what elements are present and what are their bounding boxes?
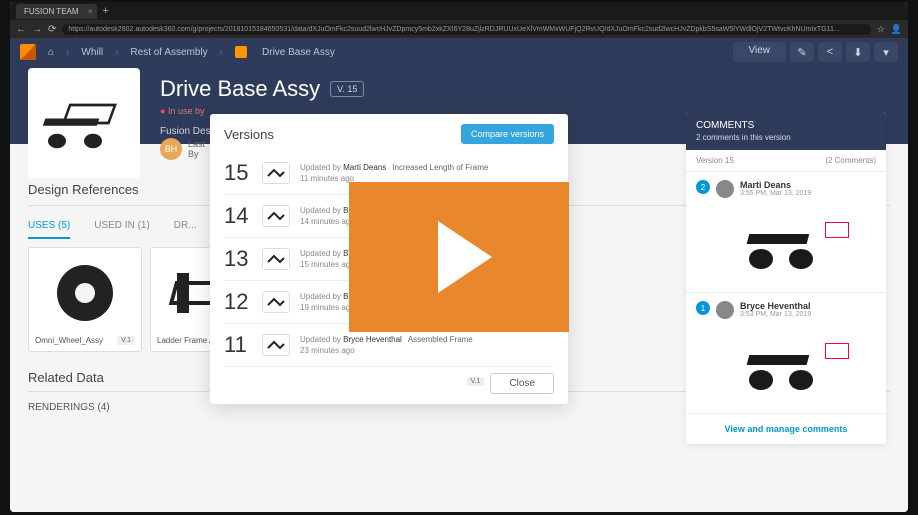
url-input[interactable]: https://autodesk2802.autodesk360.com/g/p… (62, 24, 870, 35)
tab-used-in[interactable]: USED IN (1) (94, 214, 150, 239)
download-icon[interactable]: ⬇ (846, 42, 870, 62)
breadcrumb-rest[interactable]: Rest of Assembly (130, 47, 207, 58)
in-use-label: In use by (168, 106, 205, 116)
new-tab-button[interactable]: + (103, 5, 109, 17)
forward-icon[interactable]: → (32, 24, 42, 35)
assembly-icon (235, 46, 247, 58)
browser-tab-bar: FUSION TEAM × + (10, 2, 908, 20)
comment-thumbnail (721, 325, 851, 405)
fusion-logo-icon[interactable] (20, 44, 36, 60)
back-icon[interactable]: ← (16, 24, 26, 35)
browser-tab[interactable]: FUSION TEAM × (16, 4, 97, 19)
comment-item[interactable]: 1Bryce Heventhal3:53 PM, Mar 13, 2019 (686, 293, 886, 414)
breadcrumb-current: Drive Base Assy (262, 47, 335, 58)
comments-title: COMMENTS (696, 120, 876, 131)
view-button[interactable]: View (733, 42, 787, 62)
avatar (716, 301, 734, 319)
home-icon[interactable]: ⌂ (48, 47, 54, 58)
reload-icon[interactable]: ⟳ (48, 24, 56, 35)
share-icon[interactable]: < (818, 42, 842, 62)
more-icon[interactable]: ▾ (874, 42, 898, 62)
view-all-comments-link[interactable]: View and manage comments (686, 414, 886, 444)
avatar: BH (160, 138, 182, 160)
avatar (716, 180, 734, 198)
versions-title: Versions (224, 127, 274, 142)
breadcrumb-whill[interactable]: Whill (81, 47, 103, 58)
compare-versions-button[interactable]: Compare versions (461, 124, 554, 144)
comment-thumbnail (721, 204, 851, 284)
tab-title: FUSION TEAM (24, 7, 79, 16)
close-icon[interactable]: × (88, 7, 93, 16)
edit-icon[interactable]: ✎ (790, 42, 814, 62)
comment-item[interactable]: 2Marti Deans3:55 PM, Mar 13, 2019 (686, 172, 886, 293)
version-thumb (262, 291, 290, 313)
page-title: Drive Base Assy (160, 76, 320, 102)
play-icon (438, 221, 492, 293)
play-button[interactable] (349, 182, 569, 332)
app-header: ⌂ › Whill › Rest of Assembly › Drive Bas… (10, 38, 908, 66)
version-thumb (262, 248, 290, 270)
tab-drawings[interactable]: DR... (174, 214, 197, 239)
version-badge[interactable]: V. 15 (330, 81, 364, 97)
reference-card[interactable]: Omni_Wheel_AssyV.1 (28, 247, 142, 352)
version-thumb (262, 205, 290, 227)
version-thumb (262, 162, 290, 184)
comments-panel: COMMENTS 2 comments in this version Vers… (686, 112, 886, 444)
comments-subtitle: 2 comments in this version (696, 133, 876, 142)
close-button[interactable]: Close (490, 373, 554, 394)
tab-uses[interactable]: USES (5) (28, 214, 70, 239)
url-bar: ← → ⟳ https://autodesk2802.autodesk360.c… (10, 20, 908, 38)
main-thumbnail (28, 68, 140, 178)
user-icon[interactable]: 👤 (891, 24, 902, 35)
version-thumb (262, 334, 290, 356)
star-icon[interactable]: ☆ (877, 24, 885, 35)
